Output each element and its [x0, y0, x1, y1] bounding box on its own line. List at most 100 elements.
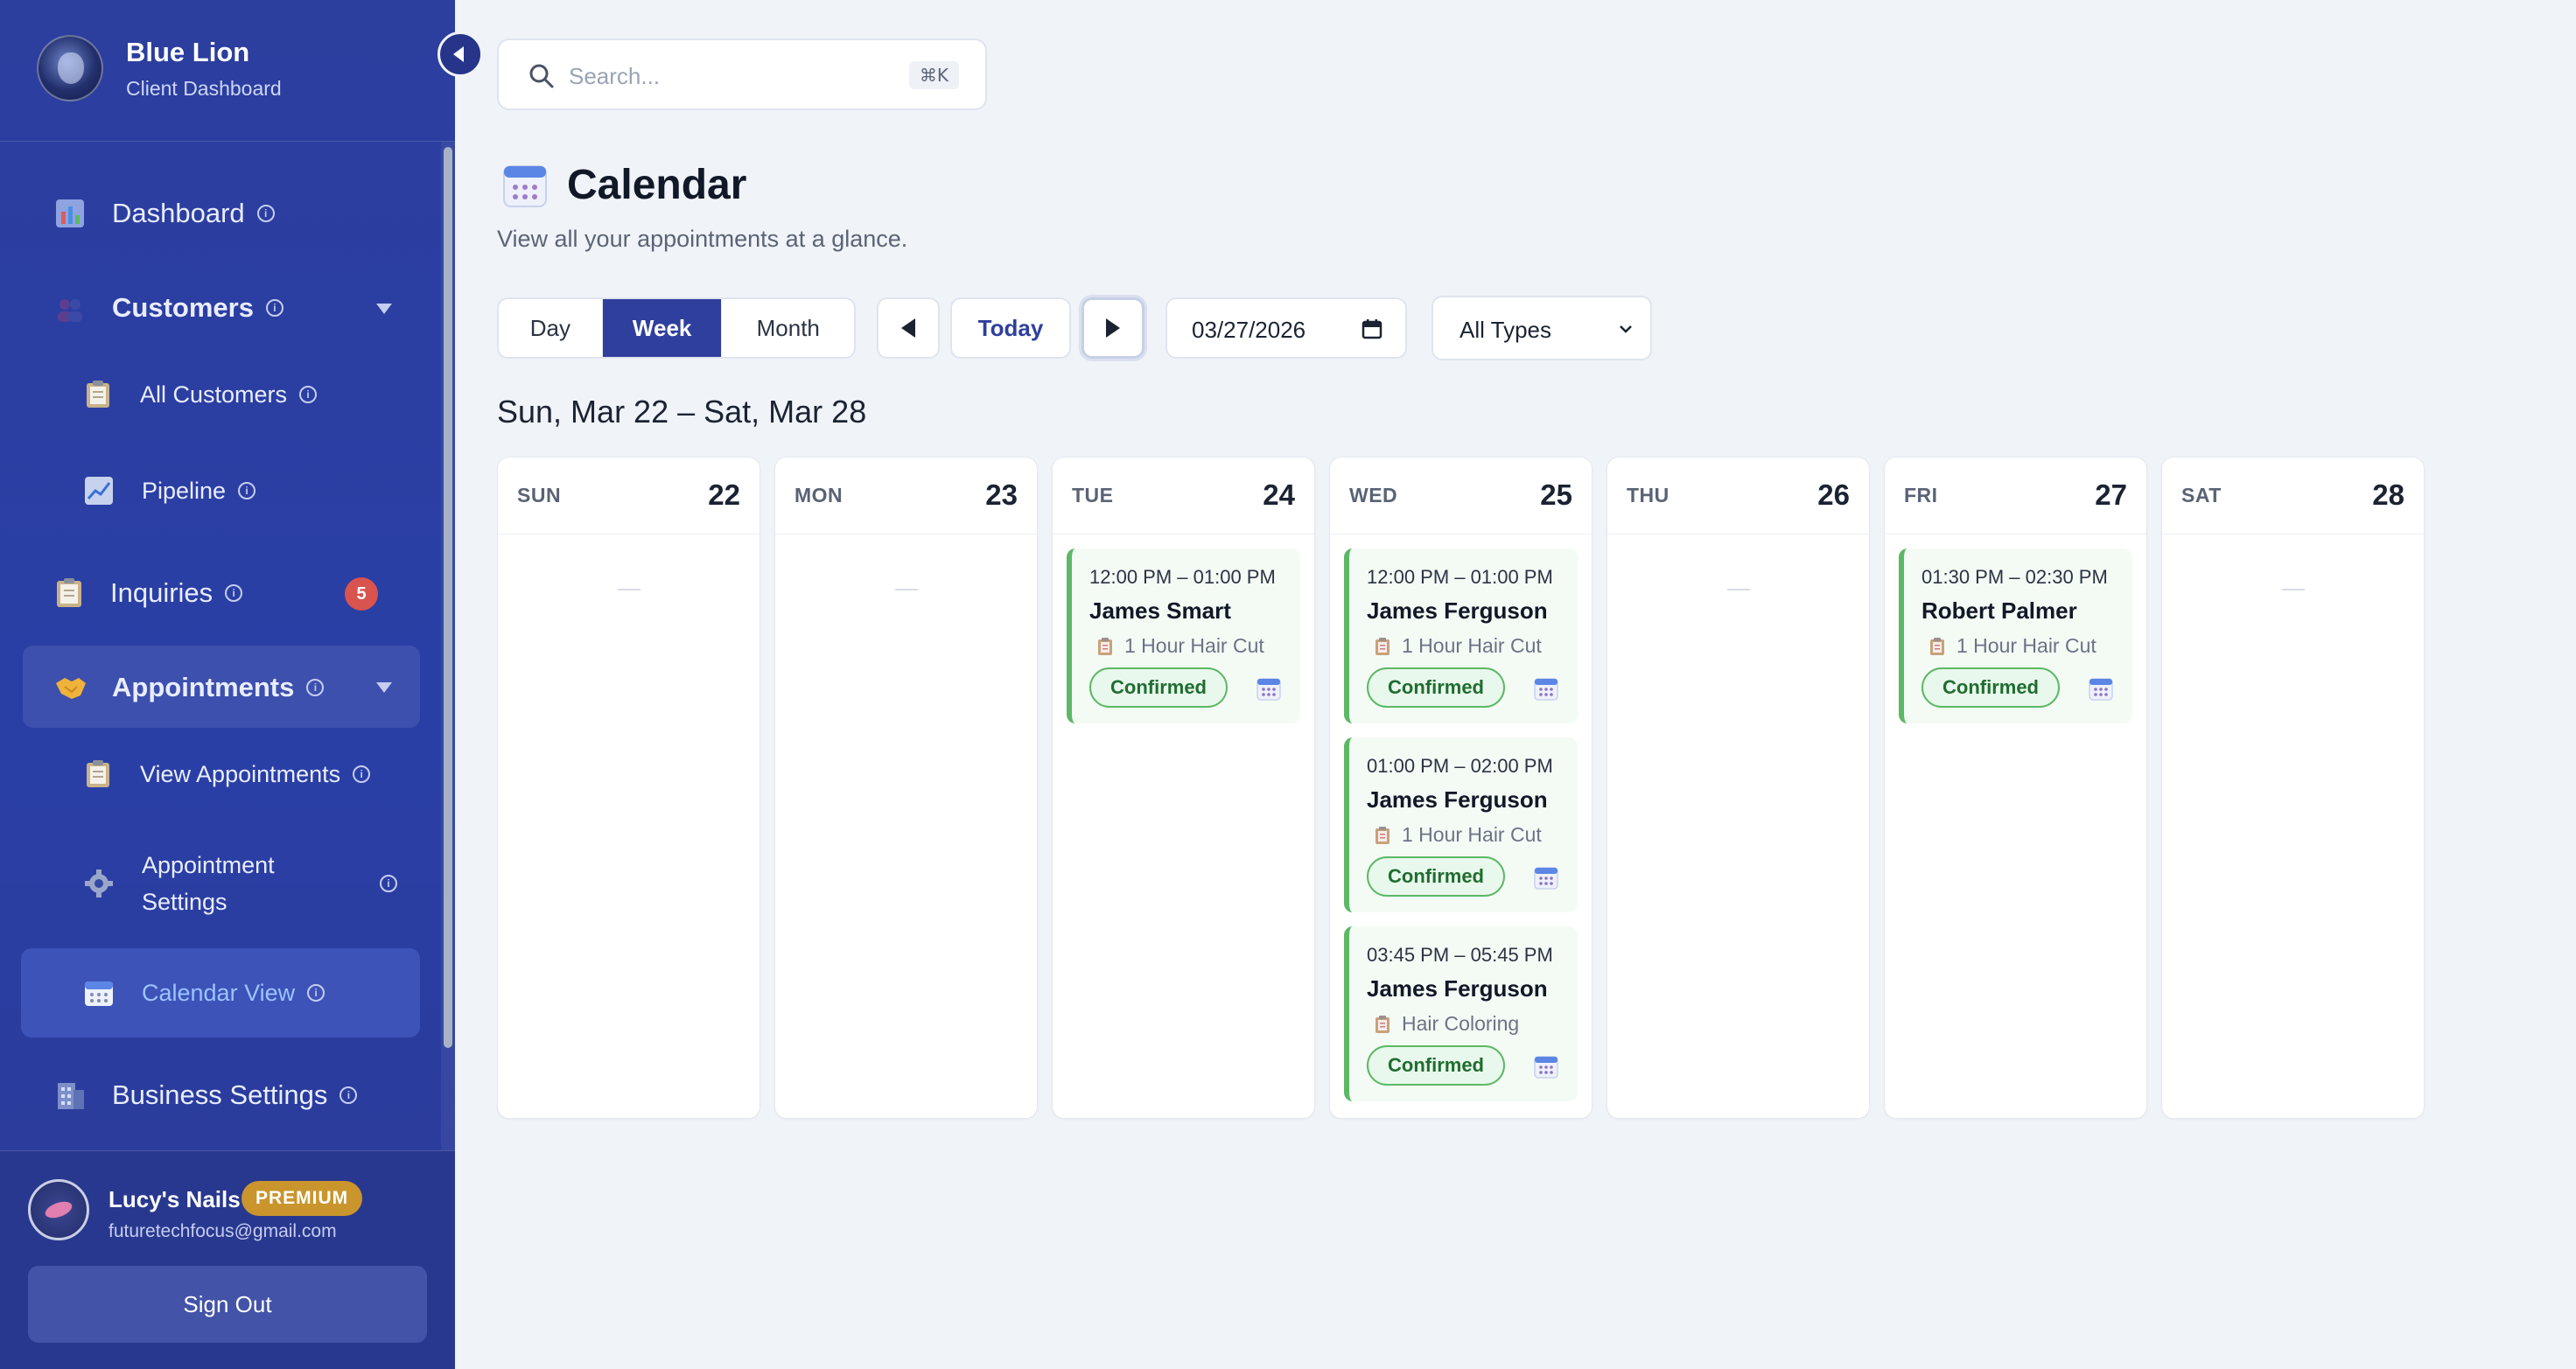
clipboard-icon [1376, 637, 1390, 655]
day-number: 24 [1263, 478, 1295, 511]
sidebar-item-label: Appointments [112, 672, 295, 702]
info-icon[interactable]: i [299, 386, 318, 403]
day-name: SAT [2181, 484, 2222, 506]
day-name: WED [1349, 484, 1398, 506]
day-number: 22 [708, 478, 740, 511]
sidebar-item-label: View Appointments [140, 760, 341, 787]
next-week-button[interactable] [1082, 297, 1144, 359]
info-icon[interactable]: i [307, 984, 326, 1002]
sidebar-item-label: Business Settings [112, 1079, 328, 1110]
clipboard-icon [1376, 826, 1390, 844]
sidebar-item-business-settings[interactable]: Business Settings i [54, 1079, 358, 1111]
service-label: 1 Hour Hair Cut [1402, 823, 1542, 846]
day-column-mon[interactable]: MON 23 [774, 457, 1038, 1119]
status-badge: Confirmed [1922, 667, 2060, 708]
sidebar-collapse-button[interactable] [438, 31, 483, 77]
day-column-sat[interactable]: SAT 28 [2161, 457, 2425, 1119]
sidebar-item-label: Customers [112, 292, 254, 323]
week-range-title: Sun, Mar 22 – Sat, Mar 28 [497, 394, 867, 430]
sidebar-item-appointment-settings[interactable]: Appointment Settings i [84, 847, 399, 920]
page-header: Calendar [502, 161, 746, 209]
sign-out-button[interactable]: Sign Out [28, 1266, 427, 1343]
appointment-time: 12:00 PM – 01:00 PM [1367, 566, 1553, 588]
day-column-fri[interactable]: FRI 27 01:30 PM – 02:30 PM Robert Palmer 1 H… [1884, 457, 2147, 1119]
info-icon[interactable]: i [265, 299, 284, 317]
appointment-card[interactable]: 12:00 PM – 01:00 PM James Ferguson 1 Hour … [1344, 548, 1578, 723]
appointment-card[interactable]: 12:00 PM – 01:00 PM James Smart 1 Hour Hai… [1067, 548, 1300, 723]
sidebar-item-pipeline[interactable]: Pipeline i [84, 476, 256, 506]
sidebar-item-calendar-view[interactable]: Calendar View i [84, 978, 326, 1008]
today-button[interactable]: Today [950, 297, 1071, 359]
view-week-button[interactable]: Week [602, 299, 723, 357]
clipboard-icon [87, 760, 109, 787]
day-name: FRI [1904, 484, 1938, 506]
day-header: TUE 24 [1053, 457, 1314, 534]
calendar-icon[interactable] [1534, 676, 1558, 701]
search-input[interactable]: Search... ⌘K [497, 38, 987, 110]
type-filter-select[interactable]: All Types [1432, 296, 1652, 360]
handshake-icon [56, 678, 86, 699]
day-header: THU 26 [1607, 457, 1869, 534]
calendar-picker-icon[interactable] [1362, 318, 1382, 339]
sidebar-scrollbar[interactable] [441, 142, 455, 1150]
user-email: futuretechfocus@gmail.com [108, 1221, 337, 1241]
appointment-card[interactable]: 01:00 PM – 02:00 PM James Ferguson 1 Hour … [1344, 737, 1578, 912]
day-column-sun[interactable]: SUN 22 [497, 457, 760, 1119]
sidebar-item-dashboard[interactable]: Dashboard i [54, 198, 275, 229]
day-column-thu[interactable]: THU 26 [1606, 457, 1870, 1119]
day-number: 23 [985, 478, 1018, 511]
appointment-service: 1 Hour Hair Cut [1928, 634, 2096, 658]
sidebar-item-label: All Customers [140, 381, 288, 408]
info-icon[interactable]: i [306, 679, 325, 696]
sidebar-item-appointments[interactable]: Appointments i [54, 672, 325, 703]
clipboard-icon [57, 578, 81, 607]
info-icon[interactable]: i [238, 482, 256, 499]
sidebar-item-label: Dashboard [112, 198, 245, 228]
appointment-card[interactable]: 03:45 PM – 05:45 PM James Ferguson Hair Co… [1344, 926, 1578, 1101]
appointment-card[interactable]: 01:30 PM – 02:30 PM Robert Palmer 1 Hour H… [1899, 548, 2132, 723]
previous-week-button[interactable] [877, 297, 940, 359]
info-icon[interactable]: i [256, 205, 275, 222]
info-icon[interactable]: i [353, 765, 371, 783]
day-number: 25 [1540, 478, 1572, 511]
appointment-time: 03:45 PM – 05:45 PM [1367, 944, 1553, 966]
view-day-button[interactable]: Day [499, 299, 603, 357]
day-header: WED 25 [1330, 457, 1592, 534]
service-label: 1 Hour Hair Cut [1124, 634, 1264, 657]
chevron-left-icon [901, 318, 915, 338]
calendar-icon[interactable] [1534, 1054, 1558, 1079]
clipboard-icon [1930, 637, 1944, 655]
day-header: SUN 22 [498, 457, 760, 534]
appointment-service: Hair Coloring [1374, 1012, 1519, 1036]
info-icon[interactable]: i [225, 584, 243, 602]
user-panel: Lucy's Nails PREMIUM futuretechfocus@gma… [0, 1150, 455, 1369]
appointment-client: James Smart [1089, 597, 1231, 624]
calendar-icon[interactable] [1534, 865, 1558, 890]
info-icon[interactable]: i [340, 1086, 358, 1104]
sidebar-scrollbar-thumb[interactable] [444, 147, 452, 1048]
keyboard-shortcut-hint: ⌘K [908, 61, 959, 89]
avatar[interactable] [28, 1179, 89, 1240]
day-column-tue[interactable]: TUE 24 12:00 PM – 01:00 PM James Smart 1 Hou… [1052, 457, 1315, 1119]
sidebar-item-label: Appointment Settings [142, 852, 275, 915]
appointment-time: 01:00 PM – 02:00 PM [1367, 755, 1553, 777]
sidebar-item-all-customers[interactable]: All Customers i [84, 380, 318, 409]
info-icon[interactable]: i [380, 875, 397, 892]
status-badge: Confirmed [1367, 856, 1505, 897]
date-picker-input[interactable]: 03/27/2026 [1166, 297, 1407, 359]
day-column-wed[interactable]: WED 25 12:00 PM – 01:00 PM James Ferguson 1 … [1329, 457, 1592, 1119]
appointment-time: 01:30 PM – 02:30 PM [1922, 566, 2108, 588]
chevron-left-icon [453, 46, 464, 62]
brand-name: Blue Lion [126, 37, 250, 67]
sidebar-item-view-appointments[interactable]: View Appointments i [84, 759, 371, 789]
date-value: 03/27/2026 [1192, 317, 1306, 343]
calendar-icon[interactable] [1256, 676, 1281, 701]
sidebar-item-customers[interactable]: Customers i [54, 292, 284, 324]
sidebar-item-inquiries[interactable]: Inquiries i [54, 577, 243, 609]
chevron-down-icon[interactable] [376, 682, 392, 693]
view-month-button[interactable]: Month [722, 299, 854, 357]
chevron-down-icon[interactable] [376, 304, 392, 314]
calendar-icon[interactable] [2089, 676, 2113, 701]
gear-icon [85, 870, 113, 898]
service-label: 1 Hour Hair Cut [1402, 634, 1542, 657]
